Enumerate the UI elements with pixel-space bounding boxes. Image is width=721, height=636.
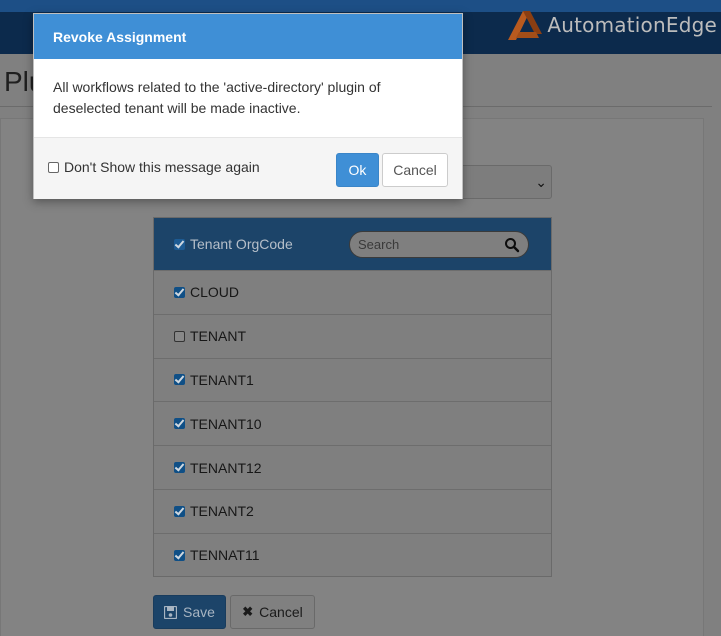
table-row[interactable]: TENANT10 (154, 401, 551, 445)
row-checkbox[interactable] (174, 286, 185, 298)
dont-show-again-label: Don't Show this message again (64, 159, 260, 175)
modal-message-line2: deselected tenant will be made inactive. (53, 100, 301, 116)
automationedge-logo[interactable]: AutomationEdge (506, 8, 717, 42)
modal-header: Revoke Assignment (34, 14, 462, 59)
tenant-label: TENANT1 (190, 371, 254, 388)
table-row[interactable]: TENNAT11 (154, 532, 551, 577)
tenant-search-input[interactable]: Search (349, 231, 529, 258)
save-button[interactable]: Save (153, 595, 226, 629)
table-row[interactable]: TENANT1 (154, 357, 551, 402)
tenant-rows: CLOUD TENANT TENANT1 TENANT10 TENANT12 TENANT… (154, 270, 551, 577)
row-checkbox[interactable] (174, 549, 185, 561)
tenant-table: Tenant OrgCode Search CLOUD TENANT TENANT1… (153, 217, 552, 577)
dont-show-again-checkbox[interactable] (48, 161, 59, 173)
row-checkbox[interactable] (174, 462, 185, 474)
floppy-disk-icon (164, 605, 178, 619)
revoke-assignment-modal: Revoke Assignment All workflows related … (33, 13, 463, 199)
row-checkbox[interactable] (174, 418, 185, 430)
ok-button[interactable]: Ok (336, 153, 379, 187)
page-cancel-button[interactable]: ✖ Cancel (230, 595, 315, 629)
modal-title: Revoke Assignment (53, 28, 187, 45)
modal-footer: Don't Show this message again Ok Cancel (34, 137, 462, 199)
tenant-label: TENANT12 (190, 459, 262, 476)
row-checkbox[interactable] (174, 505, 185, 517)
tenant-label: TENNAT11 (190, 547, 260, 564)
row-checkbox[interactable] (174, 374, 185, 386)
save-label: Save (183, 604, 215, 620)
row-checkbox[interactable] (174, 330, 185, 342)
page-cancel-label: Cancel (259, 604, 303, 620)
logo-mark-icon (508, 11, 543, 40)
chevron-down-icon: ⌄ (535, 174, 547, 190)
search-placeholder: Search (358, 237, 400, 252)
table-row[interactable]: TENANT (154, 313, 551, 358)
search-icon[interactable] (504, 237, 520, 253)
close-icon: ✖ (242, 604, 254, 619)
tenant-label: TENANT2 (190, 503, 254, 520)
table-row[interactable]: TENANT2 (154, 488, 551, 533)
tenant-orgcode-header: Tenant OrgCode (190, 236, 293, 252)
tenant-label: CLOUD (190, 284, 240, 301)
table-row[interactable]: CLOUD (154, 270, 551, 314)
tenant-label: TENANT10 (190, 415, 262, 432)
dont-show-again-option[interactable]: Don't Show this message again (48, 159, 260, 175)
plugin-select[interactable]: ⌄ (458, 165, 552, 199)
tenant-label: TENANT (190, 328, 246, 345)
select-all-checkbox[interactable] (174, 238, 185, 250)
brand-name: AutomationEdge (547, 13, 717, 37)
table-row[interactable]: TENANT12 (154, 445, 551, 489)
modal-message-line1: All workflows related to the 'active-dir… (53, 79, 381, 95)
table-header: Tenant OrgCode Search (154, 218, 551, 270)
modal-cancel-button[interactable]: Cancel (382, 153, 448, 187)
modal-body: All workflows related to the 'active-dir… (34, 59, 462, 137)
